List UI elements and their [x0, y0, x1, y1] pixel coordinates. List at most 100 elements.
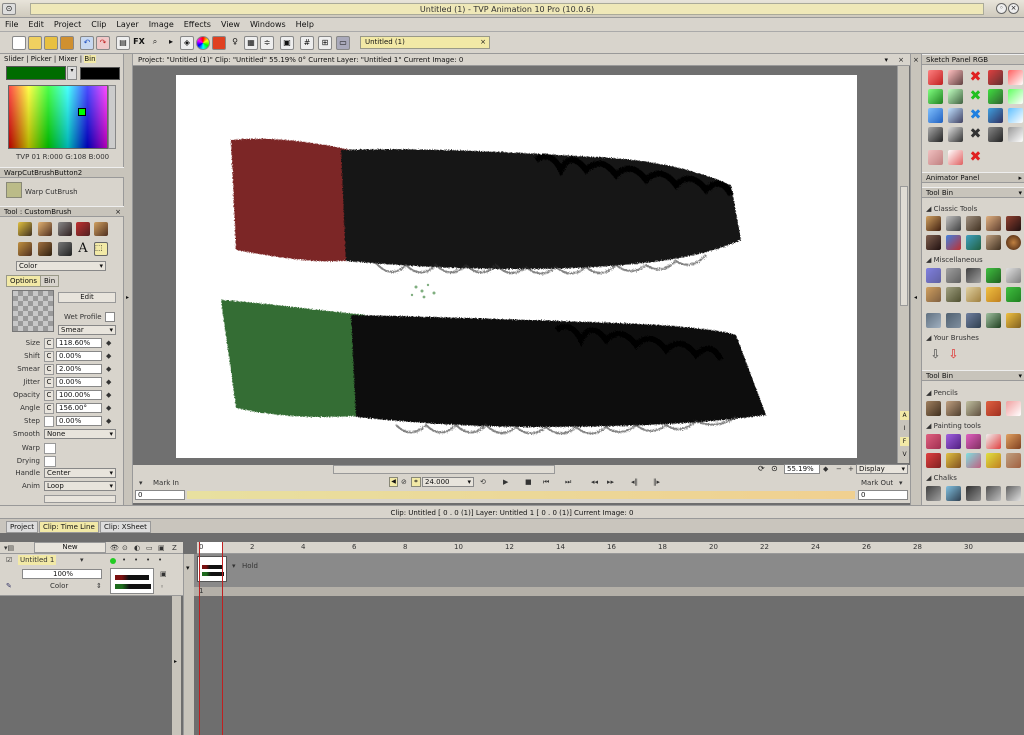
tab-slider[interactable]: Slider: [4, 55, 24, 63]
classic-pencil-icon[interactable]: [926, 216, 941, 231]
zoom-stepper-icon[interactable]: ◆: [823, 464, 828, 474]
stop-button-icon[interactable]: ■: [525, 477, 532, 487]
step-stepper-icon[interactable]: ◆: [106, 416, 111, 426]
table-icon[interactable]: ⊞: [318, 36, 332, 50]
grid-icon[interactable]: #: [300, 36, 314, 50]
chalk-gray-icon[interactable]: [926, 486, 941, 501]
smooth-select[interactable]: None ▾: [44, 429, 116, 439]
tab-picker[interactable]: Picker: [31, 55, 52, 63]
layers-icon[interactable]: ◈: [180, 36, 194, 50]
color-palette-grid[interactable]: [8, 85, 108, 149]
airbrush-tool-icon[interactable]: [94, 222, 108, 236]
angle-curve-button[interactable]: C: [44, 403, 54, 414]
menu-project[interactable]: Project: [49, 18, 86, 32]
first-frame-icon[interactable]: ⏮: [543, 477, 549, 487]
left-collapse-strip[interactable]: ▸: [124, 54, 133, 505]
jitter-input[interactable]: 0.00%: [56, 377, 102, 387]
chalk-tool-icon[interactable]: [38, 242, 52, 256]
red-eraser-x-icon[interactable]: ✖: [968, 70, 983, 85]
layer-dot-3[interactable]: •: [146, 555, 150, 565]
tool-bin-header[interactable]: Tool Bin ▾: [922, 187, 1024, 198]
angle-stepper-icon[interactable]: ◆: [106, 403, 111, 413]
mark-in-arrow-icon[interactable]: ▾: [139, 478, 143, 488]
layer-dot-2[interactable]: •: [134, 555, 138, 565]
chalks-label[interactable]: ◢ Chalks: [926, 473, 957, 483]
size-stepper-icon[interactable]: ◆: [106, 338, 111, 348]
misc-texture1-icon[interactable]: [926, 313, 941, 328]
paint-red-icon[interactable]: [926, 453, 941, 468]
undo-icon[interactable]: ↶: [80, 36, 94, 50]
tab-options-bin[interactable]: Bin: [40, 275, 60, 287]
pencil-tool-icon[interactable]: [18, 222, 32, 236]
menu-windows[interactable]: Windows: [245, 18, 291, 32]
shift-input[interactable]: 0.00%: [56, 351, 102, 361]
angle-input[interactable]: 156.00°: [56, 403, 102, 413]
smear-stepper-icon[interactable]: ◆: [106, 364, 111, 374]
chalk-blue-icon[interactable]: [946, 486, 961, 501]
classic-ink-icon[interactable]: [946, 216, 961, 231]
smear-mode-select[interactable]: Smear ▾: [58, 325, 116, 335]
layer-visibility-icon[interactable]: ☑: [6, 555, 12, 565]
vertical-scroll-thumb[interactable]: [900, 186, 908, 306]
paint-cyan-icon[interactable]: [966, 453, 981, 468]
z-header-icon[interactable]: Z: [172, 543, 177, 553]
black-ink-icon[interactable]: [948, 127, 963, 142]
timeline-left-scrollbar[interactable]: ▸: [172, 596, 181, 735]
red-pencil-icon[interactable]: [928, 70, 943, 85]
paint-purple-icon[interactable]: [946, 434, 961, 449]
chalk-dark-icon[interactable]: [986, 486, 1001, 501]
knife-tool-icon[interactable]: [58, 242, 72, 256]
minimize-icon[interactable]: ◦: [996, 3, 1007, 14]
animator-panel-header[interactable]: Animator Panel ▸: [922, 172, 1024, 183]
misc-lines-icon[interactable]: [966, 268, 981, 283]
track-arrow-icon[interactable]: ▾: [186, 564, 190, 572]
tab-mixer[interactable]: Mixer: [58, 55, 77, 63]
black-brush-icon[interactable]: [988, 127, 1003, 142]
zoom-in-icon[interactable]: +: [848, 464, 854, 474]
misc-rope-icon[interactable]: [966, 287, 981, 302]
layer-menu-icon[interactable]: ▾▤: [4, 543, 14, 553]
rotate-icon[interactable]: ⟳: [758, 464, 770, 474]
blue-marker-icon[interactable]: [1008, 108, 1023, 123]
brush-preset-icon[interactable]: [6, 182, 22, 198]
layer-track[interactable]: ▾ Hold: [194, 554, 1024, 587]
timeline-collapse-icon[interactable]: ▸: [174, 658, 177, 665]
green-pencil-icon[interactable]: [928, 89, 943, 104]
paint-gold-icon[interactable]: [986, 453, 1001, 468]
classic-marker-icon[interactable]: [1006, 216, 1021, 231]
paint-tool-icon[interactable]: [18, 242, 32, 256]
zoom-input[interactable]: 55.19%: [784, 464, 820, 474]
classic-fill-icon[interactable]: [946, 235, 961, 250]
paint-magenta-icon[interactable]: [966, 434, 981, 449]
fps-lock-icon[interactable]: ⌗: [411, 477, 421, 487]
layer-lock-icon[interactable]: ▣: [160, 569, 167, 579]
misc-grass-icon[interactable]: [986, 268, 1001, 283]
menu-effects[interactable]: Effects: [179, 18, 216, 32]
close-tab-icon[interactable]: ×: [480, 37, 486, 48]
lightbulb-icon[interactable]: ♀: [228, 36, 242, 50]
classic-airbrush-icon[interactable]: [986, 216, 1001, 231]
misc-shell-icon[interactable]: [1006, 268, 1021, 283]
layer-row[interactable]: ☑ Untitled 1 ▾ • • • • 100% ▣ ◦ ✎ Color …: [0, 554, 183, 596]
red-brush-icon[interactable]: [988, 70, 1003, 85]
primary-color-swatch[interactable]: [6, 66, 66, 80]
painting-tools-label[interactable]: ◢ Painting tools: [926, 421, 981, 431]
prev-key-icon[interactable]: ◂◂: [591, 477, 598, 487]
menu-view[interactable]: View: [216, 18, 245, 32]
new-file-icon[interactable]: [12, 36, 26, 50]
menu-clip[interactable]: Clip: [86, 18, 111, 32]
next-frame-icon[interactable]: ‖▸: [653, 477, 660, 487]
anim-slider[interactable]: [44, 495, 116, 503]
playhead-start-line[interactable]: [199, 542, 200, 735]
side-letter-a[interactable]: A: [900, 411, 909, 420]
red-ink-icon[interactable]: [948, 70, 963, 85]
monitor-icon[interactable]: ▭: [336, 36, 350, 50]
jitter-curve-button[interactable]: C: [44, 377, 54, 388]
classic-knife-icon[interactable]: [986, 235, 1001, 250]
size-curve-button[interactable]: C: [44, 338, 54, 349]
open-folder-icon[interactable]: [28, 36, 42, 50]
classic-spray-icon[interactable]: [966, 235, 981, 250]
paint-drop-icon[interactable]: [1006, 453, 1021, 468]
lock-header-icon[interactable]: ⊙: [122, 543, 128, 553]
tab-timeline[interactable]: Clip: Time Line: [39, 521, 99, 533]
